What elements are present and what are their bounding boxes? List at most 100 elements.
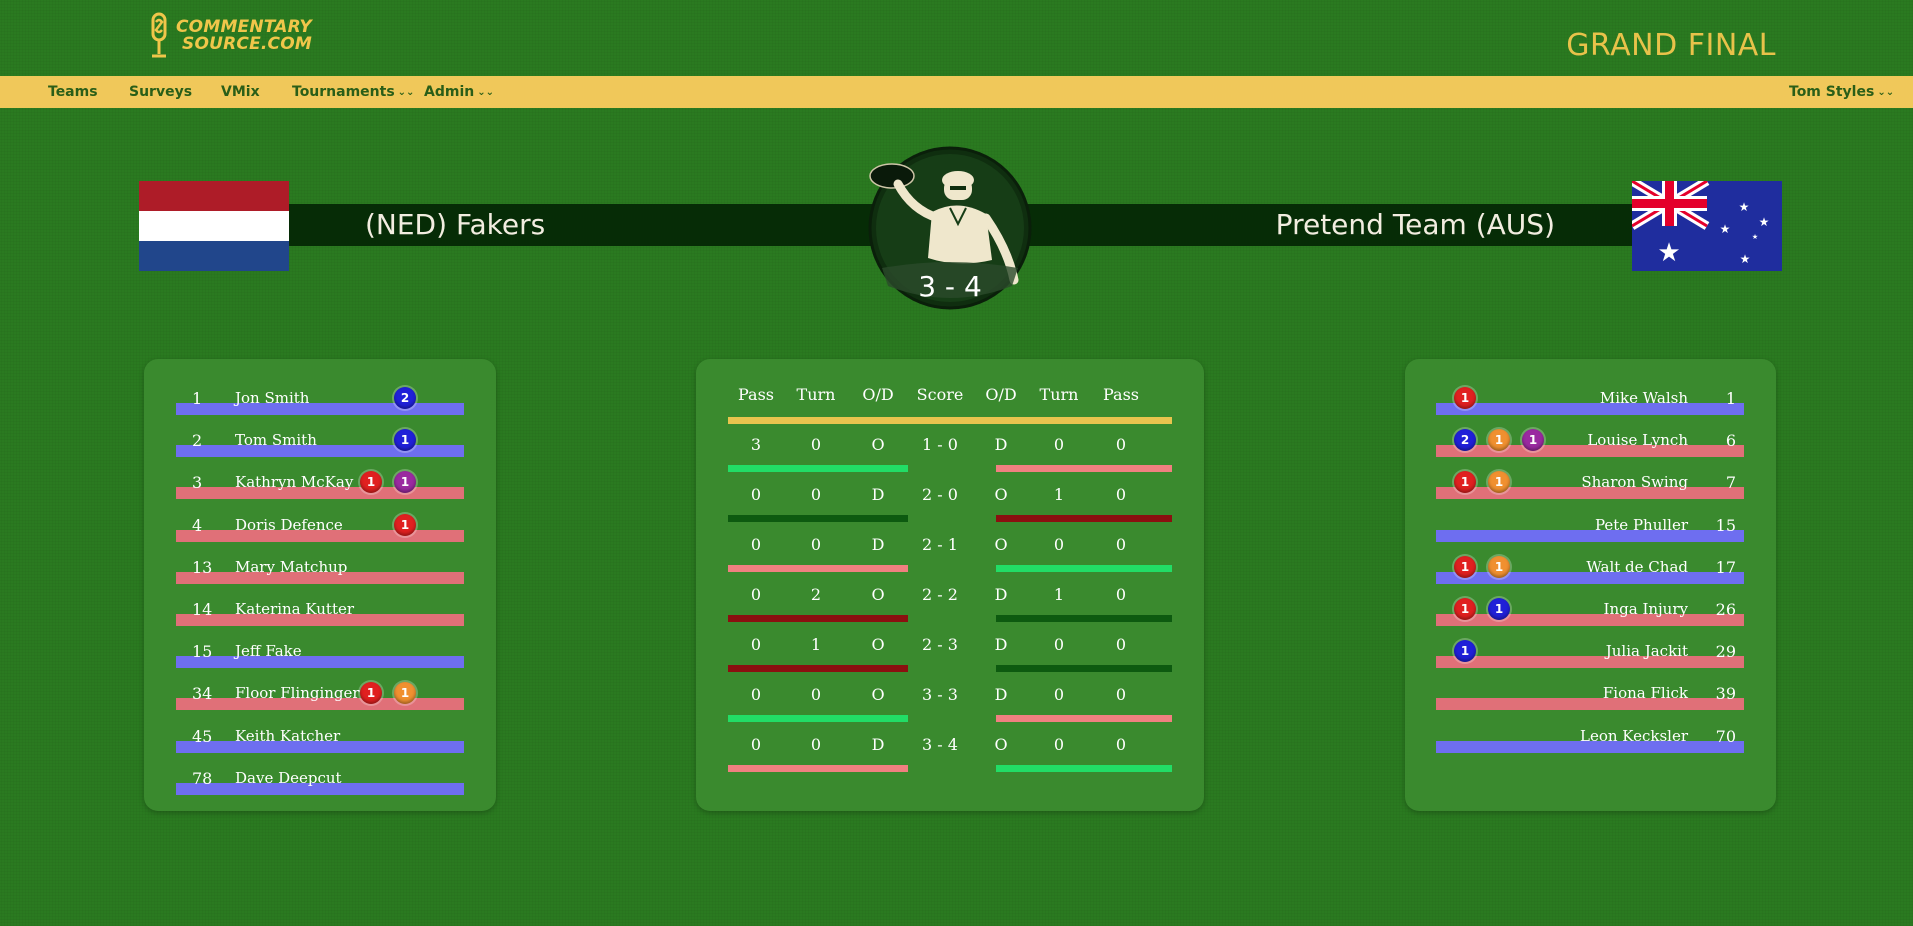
player-number: 15 (1715, 515, 1736, 535)
red-stat-badge: 1 (1454, 598, 1476, 620)
red-stat-badge: 1 (394, 513, 416, 536)
point-stat-cell: D (871, 485, 885, 504)
right-point-bar (996, 615, 1172, 622)
player-name: Dave Deepcut (235, 768, 342, 787)
point-stat-cell: 0 (750, 735, 762, 754)
right-roster-row[interactable]: Sharon Swing 7 1 1 (1405, 463, 1776, 505)
point-score-cell: 2 - 0 (922, 485, 958, 504)
player-name: Kathryn McKay (235, 473, 354, 492)
left-roster-row[interactable]: 13 Mary Matchup (144, 548, 496, 590)
left-roster-row[interactable]: 4 Doris Defence 1 (144, 506, 496, 548)
player-number: 29 (1715, 642, 1736, 662)
player-number: 78 (192, 768, 213, 788)
point-stat-cell: 2 (810, 585, 822, 604)
svg-text:★: ★ (1752, 233, 1758, 241)
point-score-cell: 1 - 0 (922, 435, 958, 454)
point-stat-cell: 0 (810, 485, 822, 504)
right-roster-row[interactable]: Julia Jackit 29 1 (1405, 632, 1776, 674)
point-stat-cell: 0 (1115, 685, 1127, 704)
point-stat-cell: D (994, 435, 1008, 454)
player-number: 39 (1715, 684, 1736, 704)
player-name: Leon Kecksler (1579, 726, 1688, 745)
point-stat-cell: 0 (1115, 585, 1127, 604)
point-stat-cell: 0 (1115, 635, 1127, 654)
right-roster-row[interactable]: Pete Phuller 15 (1405, 506, 1776, 548)
point-stat-cell: O (871, 435, 885, 454)
player-bar (1436, 656, 1744, 669)
red-stat-badge: 1 (1454, 555, 1476, 578)
svg-text:★: ★ (1657, 238, 1680, 268)
point-score-cell: 3 - 3 (922, 685, 958, 704)
table-header-cell: O/D (985, 385, 1017, 404)
left-point-bar (728, 715, 908, 722)
right-roster-row[interactable]: Fiona Flick 39 (1405, 674, 1776, 716)
point-stat-cell: 0 (750, 585, 762, 604)
point-stat-cell: 0 (810, 535, 822, 554)
blue-stat-badge: 1 (1488, 598, 1510, 620)
player-name: Mike Walsh (1599, 389, 1688, 407)
nav-tournaments[interactable]: Tournaments ⌄⌄ (292, 84, 414, 100)
point-stat-cell: O (871, 585, 885, 604)
table-header-cell: Pass (737, 385, 774, 404)
table-header-cell: Pass (1102, 385, 1139, 404)
left-roster-panel: 1 Jon Smith 2 2 Tom Smith 1 3 Kathryn McKay 1 1 4 D… (144, 359, 496, 811)
table-header-cell: Score (916, 385, 964, 404)
svg-text:★: ★ (1720, 222, 1731, 236)
left-roster-row[interactable]: 14 Katerina Kutter (144, 590, 496, 632)
point-stat-cell: 0 (1115, 435, 1127, 454)
left-point-bar (728, 665, 908, 672)
player-bar (1436, 614, 1744, 626)
player-bar (176, 445, 464, 458)
point-stat-cell: 0 (1053, 685, 1065, 704)
player-name: Fiona Flick (1602, 684, 1688, 703)
point-stat-cell: O (871, 685, 885, 704)
player-name: Floor Flinginger (235, 684, 360, 703)
right-roster-row[interactable]: Leon Kecksler 70 (1405, 717, 1776, 759)
right-roster-row[interactable]: Louise Lynch 6 2 1 1 (1405, 421, 1776, 463)
left-roster-row[interactable]: 78 Dave Deepcut (144, 759, 496, 801)
left-point-bar (728, 465, 908, 472)
player-name: Keith Katcher (235, 726, 341, 745)
player-name: Inga Injury (1603, 600, 1688, 618)
player-number: 34 (192, 684, 213, 704)
right-roster-panel: Mike Walsh 1 1 Louise Lynch 6 2 1 1 Sharon Swing… (1405, 359, 1776, 811)
point-stat-cell: 0 (1115, 535, 1127, 554)
player-name: Sharon Swing (1581, 473, 1688, 492)
right-roster-row[interactable]: Inga Injury 26 1 1 (1405, 590, 1776, 632)
right-roster-row[interactable]: Mike Walsh 1 1 (1405, 379, 1776, 421)
team-right-name: Pretend Team (AUS) (1275, 208, 1555, 241)
chevron-down-icon: ⌄⌄ (397, 87, 415, 98)
nav-admin[interactable]: Admin ⌄⌄ (424, 84, 494, 100)
nav-vmix[interactable]: VMix (221, 84, 260, 100)
player-bar (1436, 403, 1744, 415)
red-stat-badge: 1 (1454, 387, 1476, 409)
svg-text:★: ★ (1759, 215, 1770, 229)
table-header-cell: Turn (796, 385, 836, 404)
site-logo[interactable]: COMMENTARY SOURCE.COM (148, 12, 312, 60)
nav-tournaments-label: Tournaments (292, 84, 395, 100)
match-score: 3 - 4 (918, 270, 982, 303)
player-bar (1436, 698, 1744, 711)
page-title: GRAND FINAL (1566, 28, 1776, 63)
left-roster-row[interactable]: 45 Keith Katcher (144, 717, 496, 759)
point-stat-cell: O (994, 535, 1008, 554)
player-number: 45 (192, 726, 213, 746)
nav-teams[interactable]: Teams (48, 84, 98, 100)
point-stat-cell: O (871, 635, 885, 654)
player-number: 1 (1725, 389, 1736, 408)
left-roster-row[interactable]: 2 Tom Smith 1 (144, 421, 496, 463)
nav-user-menu[interactable]: Tom Styles ⌄⌄ (1789, 84, 1894, 100)
microphone-icon (148, 12, 170, 60)
nav-user-label: Tom Styles (1789, 84, 1875, 100)
left-roster-row[interactable]: 3 Kathryn McKay 1 1 (144, 463, 496, 505)
player-name: Walt de Chad (1586, 557, 1688, 576)
player-number: 7 (1725, 473, 1736, 493)
left-roster-row[interactable]: 15 Jeff Fake (144, 632, 496, 674)
nav-surveys[interactable]: Surveys (129, 84, 192, 100)
player-number: 2 (192, 431, 203, 451)
point-stat-cell: 0 (750, 635, 762, 654)
right-point-bar (996, 515, 1172, 522)
left-roster-row[interactable]: 1 Jon Smith 2 (144, 379, 496, 421)
left-roster-row[interactable]: 34 Floor Flinginger 1 1 (144, 674, 496, 716)
right-roster-row[interactable]: Walt de Chad 17 1 1 (1405, 548, 1776, 590)
